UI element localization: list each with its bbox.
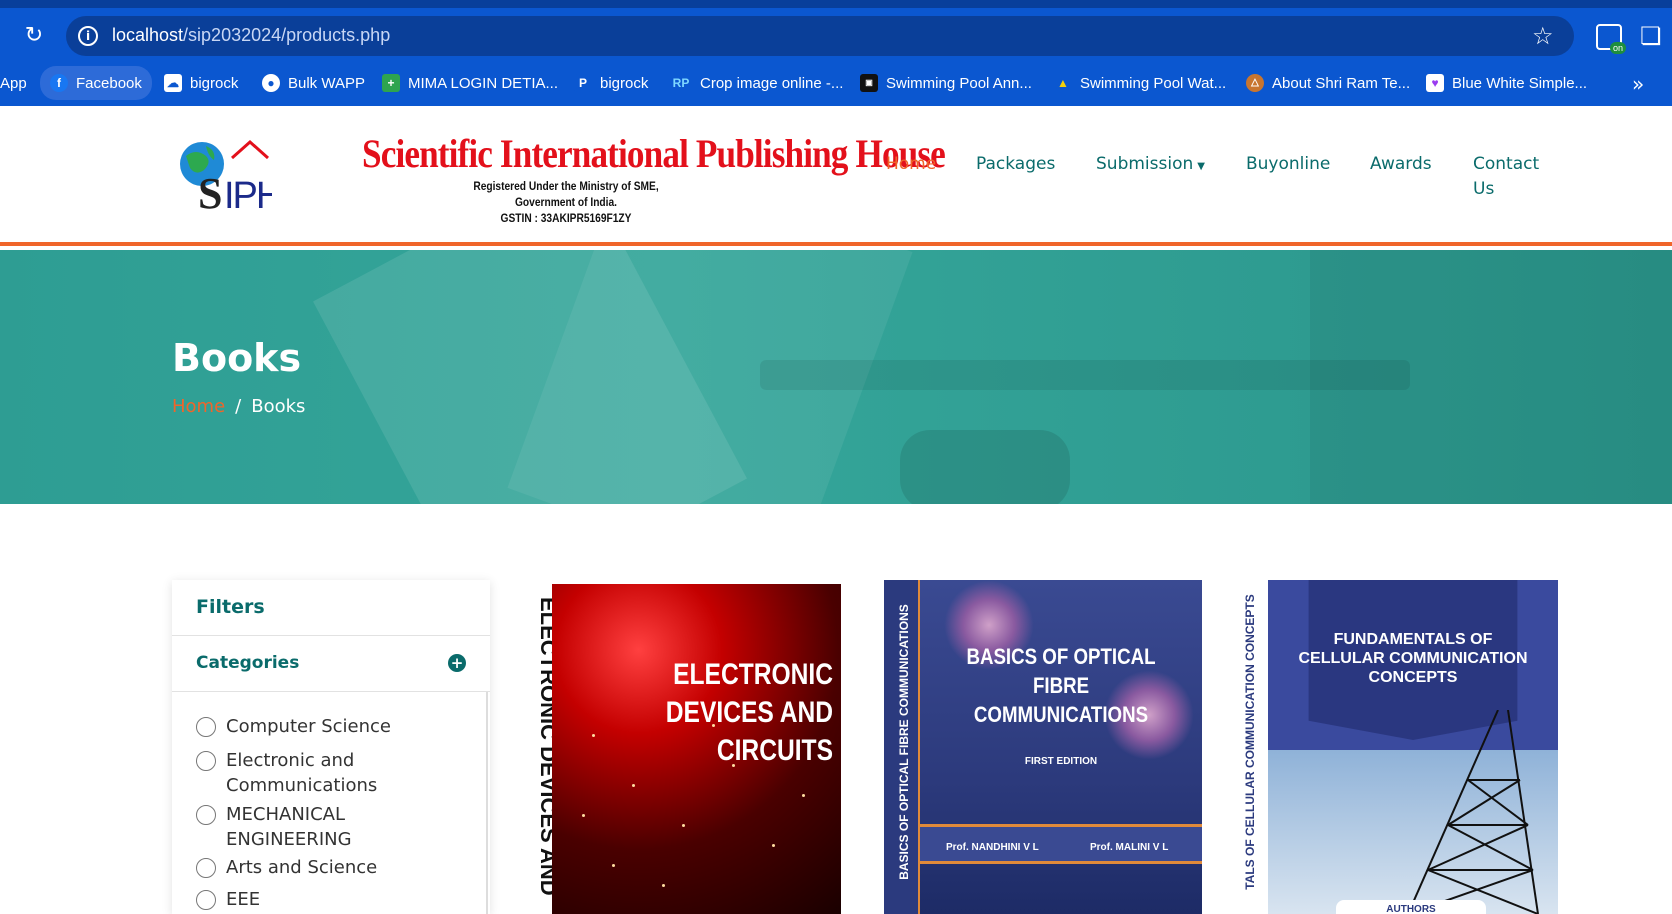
- nav-packages[interactable]: Packages: [976, 154, 1055, 174]
- bookmarks-bar: App f Facebook ☁ bigrock ● Bulk WAPP + MIMA …: [0, 66, 1672, 100]
- category-list: Computer Science Electronic and Communica…: [172, 692, 488, 914]
- chevron-right-icon[interactable]: »: [1632, 72, 1644, 96]
- bookmark-item[interactable]: Pbigrock: [574, 66, 648, 100]
- logo[interactable]: S IPH: [176, 136, 272, 216]
- filters-title: Filters: [172, 580, 490, 636]
- book-title: ELECTRONIC DEVICES AND CIRCUITS: [665, 658, 833, 767]
- breadcrumb-separator: /: [235, 396, 242, 417]
- extensions-puzzle-icon[interactable]: ❏: [1640, 22, 1662, 50]
- p-icon: P: [574, 74, 592, 92]
- nav-buyonline[interactable]: Buyonline: [1246, 154, 1330, 174]
- rp-icon: RP: [672, 76, 690, 90]
- book-author: Prof. NANDHINI V L: [946, 842, 1039, 853]
- nav-contact-us[interactable]: Contact Us: [1473, 152, 1539, 202]
- book-cover: FUNDAMENTALS OF CELLULAR COMMUNICATION CON…: [1268, 580, 1558, 914]
- bookmark-item[interactable]: △ About Shri Ram Te...: [1246, 66, 1410, 100]
- breadcrumb-current: Books: [251, 396, 306, 417]
- brand-title: Scientific International Publishing Hous…: [362, 131, 946, 176]
- reload-icon[interactable]: ↻: [20, 22, 48, 50]
- bookmark-star-icon[interactable]: ☆: [1532, 22, 1554, 50]
- bookmark-item[interactable]: f Facebook: [40, 66, 152, 100]
- book-card[interactable]: BASICS OF OPTICAL FIBRE COMMUNICATIONS B…: [884, 580, 1202, 914]
- bookmark-item[interactable]: RP Crop image online -...: [670, 66, 844, 100]
- bookmark-item[interactable]: App: [0, 66, 27, 100]
- url-text[interactable]: localhost/sip2032024/products.php: [112, 25, 390, 46]
- facebook-icon: f: [50, 74, 68, 92]
- bookmark-item[interactable]: ▣ Swimming Pool Ann...: [860, 66, 1032, 100]
- plus-icon: +: [382, 74, 400, 92]
- bookmark-item[interactable]: + MIMA LOGIN DETIA...: [382, 66, 558, 100]
- heart-icon: ♥: [1426, 74, 1444, 92]
- book-title: BASICS OF OPTICAL FIBRE COMMUNICATIONS: [966, 644, 1156, 727]
- radio-button[interactable]: [196, 858, 216, 878]
- radio-button[interactable]: [196, 890, 216, 910]
- category-option[interactable]: Computer Science: [196, 714, 391, 739]
- book-author: Prof. MALINI V L: [1090, 842, 1169, 853]
- book-spine-title: BASICS OF OPTICAL FIBRE COMMUNICATIONS: [897, 604, 911, 880]
- breadcrumb: Home / Books: [172, 396, 305, 417]
- radio-button[interactable]: [196, 805, 216, 825]
- browser-chrome: ↻ i localhost/sip2032024/products.php ☆ …: [0, 0, 1672, 106]
- site-info-icon[interactable]: i: [78, 26, 98, 46]
- bookmark-item[interactable]: ☁ bigrock: [164, 66, 238, 100]
- category-option[interactable]: Electronic and Communications: [196, 748, 377, 798]
- brand-registration: Registered Under the Ministry of SME, Go…: [473, 179, 659, 225]
- book-title: FUNDAMENTALS OF CELLULAR COMMUNICATION CON…: [1298, 631, 1528, 686]
- svg-text:IPH: IPH: [224, 175, 272, 216]
- book-edition: FIRST EDITION: [1024, 756, 1098, 767]
- globe-icon: ●: [262, 74, 280, 92]
- nav-awards[interactable]: Awards: [1370, 154, 1432, 174]
- book-card[interactable]: TALS OF CELLULAR COMMUNICATION CONCEPTS …: [1240, 580, 1558, 914]
- page-title: Books: [172, 336, 302, 380]
- filters-panel: Filters Categories + Computer Science El…: [172, 580, 490, 914]
- radio-button[interactable]: [196, 751, 216, 771]
- category-option[interactable]: EEE: [196, 887, 260, 912]
- bookmark-item[interactable]: ● Bulk WAPP: [262, 66, 365, 100]
- site-header: S IPH Scientific International Publishin…: [0, 106, 1672, 246]
- page-hero: Books Home / Books: [0, 250, 1672, 504]
- tab-strip: [0, 0, 1672, 8]
- nav-home[interactable]: Home: [886, 154, 936, 174]
- tower-image: [1407, 710, 1539, 914]
- hero-background-object: [900, 430, 1070, 504]
- extension-icon[interactable]: on: [1596, 24, 1626, 54]
- bookmark-item[interactable]: ▲ Swimming Pool Wat...: [1054, 66, 1226, 100]
- radio-button[interactable]: [196, 717, 216, 737]
- film-icon: ▣: [860, 74, 878, 92]
- book-card[interactable]: ELECTRONIC DEVICES AND ELECTRONIC DEVICE…: [528, 584, 841, 914]
- triangle-icon: ▲: [1057, 76, 1069, 90]
- book-cover: ELECTRONIC DEVICES AND CIRCUITS: [552, 584, 841, 914]
- temple-icon: △: [1246, 74, 1264, 92]
- book-spine-title: TALS OF CELLULAR COMMUNICATION CONCEPTS: [1243, 594, 1257, 890]
- category-option[interactable]: MECHANICAL ENGINEERING: [196, 802, 352, 852]
- cloud-icon: ☁: [164, 74, 182, 92]
- categories-header[interactable]: Categories +: [172, 636, 490, 692]
- expand-plus-icon[interactable]: +: [448, 654, 466, 672]
- breadcrumb-home-link[interactable]: Home: [172, 396, 225, 417]
- caret-down-icon: ▼: [1197, 161, 1205, 172]
- svg-text:S: S: [198, 169, 222, 216]
- hero-background-pattern: [1310, 250, 1672, 504]
- bookmark-item[interactable]: ♥ Blue White Simple...: [1426, 66, 1587, 100]
- category-option[interactable]: Arts and Science: [196, 855, 377, 880]
- nav-submission[interactable]: Submission ▼: [1096, 154, 1205, 174]
- authors-label: AUTHORS: [1336, 900, 1486, 914]
